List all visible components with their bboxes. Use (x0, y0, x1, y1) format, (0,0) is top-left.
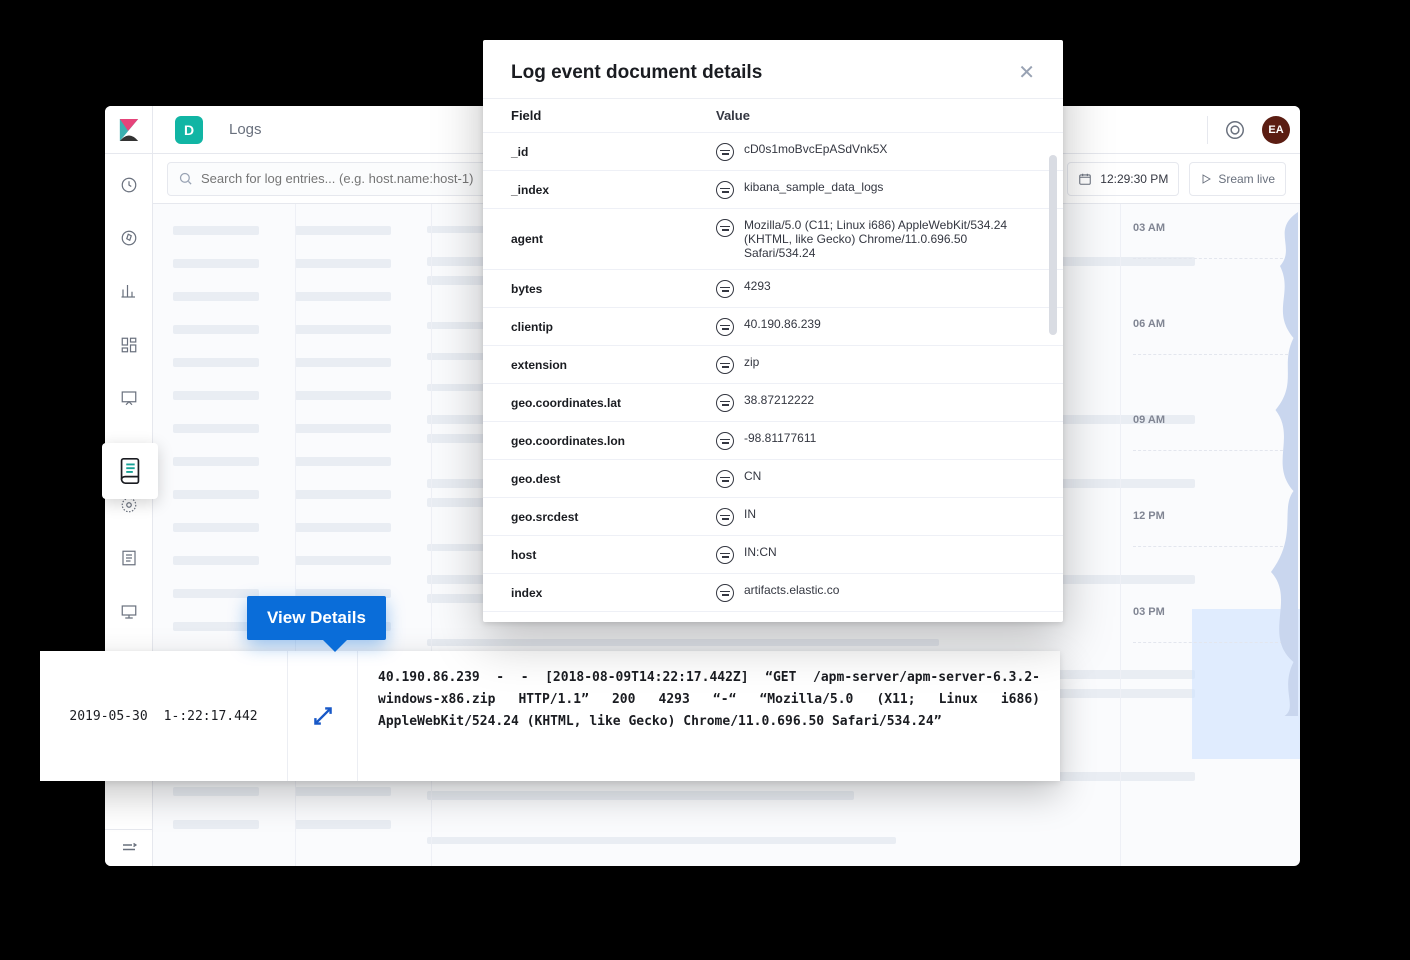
flyout-field-name: _index (511, 183, 716, 197)
flyout-row[interactable]: _id cD0s1moBvcEpASdVnk5X (483, 133, 1063, 171)
flyout-field-value: -98.81177611 (744, 431, 1035, 445)
close-icon[interactable]: ✕ (1018, 63, 1035, 83)
field-type-icon (716, 470, 734, 488)
nav-logs-active[interactable] (102, 443, 158, 499)
expand-button[interactable] (288, 651, 358, 781)
play-icon (1200, 173, 1212, 185)
highlighted-log-row: 2019-05-30 1-:22:17.442 40.190.86.239 - … (40, 651, 1060, 781)
flyout-field-value: 40.190.86.239 (744, 317, 1035, 331)
flyout-field-name: index (511, 586, 716, 600)
flyout-field-value: cD0s1moBvcEpASdVnk5X (744, 142, 1035, 156)
flyout-row[interactable]: geo.srcdest IN (483, 498, 1063, 536)
flyout-field-name: bytes (511, 282, 716, 296)
minimap-histogram (1244, 212, 1298, 716)
space-selector[interactable]: D (175, 116, 203, 144)
highlighted-log-timestamp: 2019-05-30 1-:22:17.442 (40, 651, 288, 781)
flyout-title: Log event document details (511, 62, 762, 84)
field-type-icon (716, 280, 734, 298)
nav-infrastructure[interactable] (105, 595, 153, 628)
flyout-field-value: kibana_sample_data_logs (744, 180, 1035, 194)
field-type-icon (716, 356, 734, 374)
flyout-row[interactable]: geo.dest CN (483, 460, 1063, 498)
flyout-row[interactable]: bytes 4293 (483, 270, 1063, 308)
flyout-field-value: 4293 (744, 279, 1035, 293)
flyout-row[interactable]: extension zip (483, 346, 1063, 384)
flyout-field-name: host (511, 548, 716, 562)
stream-live-button[interactable]: Sream live (1189, 162, 1286, 196)
nav-collapse[interactable] (105, 829, 152, 866)
flyout-field-name: geo.srcdest (511, 510, 716, 524)
flyout-field-name: geo.coordinates.lon (511, 434, 716, 448)
nav-logs[interactable] (105, 542, 153, 575)
field-type-icon (716, 143, 734, 161)
col-field-header: Field (511, 108, 716, 123)
nav-visualize[interactable] (105, 275, 153, 308)
help-icon[interactable] (1224, 119, 1246, 141)
flyout-scrollbar[interactable] (1049, 155, 1057, 602)
nav-dashboard[interactable] (105, 328, 153, 361)
search-icon (178, 171, 193, 186)
avatar[interactable]: EA (1262, 116, 1290, 144)
minimap-gutter[interactable]: 03 AM06 AM09 AM12 PM03 PM (1120, 204, 1300, 866)
flyout-field-value: CN (744, 469, 1035, 483)
field-type-icon (716, 546, 734, 564)
flyout-row[interactable]: clientip 40.190.86.239 (483, 308, 1063, 346)
nav-discover[interactable] (105, 221, 153, 254)
flyout-row[interactable]: agent Mozilla/5.0 (C11; Linux i686) Apple… (483, 209, 1063, 270)
flyout-row[interactable]: host IN:CN (483, 536, 1063, 574)
flyout-field-value: IN (744, 507, 1035, 521)
nav-recently-viewed[interactable] (105, 168, 153, 201)
log-details-flyout: Log event document details ✕ Field Value… (483, 40, 1063, 622)
flyout-field-value: Mozilla/5.0 (C11; Linux i686) AppleWebKi… (744, 218, 1035, 260)
kibana-logo[interactable] (105, 106, 153, 154)
flyout-field-name: _id (511, 145, 716, 159)
flyout-field-name: agent (511, 232, 716, 246)
flyout-field-name: extension (511, 358, 716, 372)
flyout-field-name: geo.dest (511, 472, 716, 486)
flyout-table: Field Value _id cD0s1moBvcEpASdVnk5X _inde… (483, 99, 1063, 612)
flyout-row[interactable]: index artifacts.elastic.co (483, 574, 1063, 612)
nav-canvas[interactable] (105, 382, 153, 415)
time-picker[interactable]: 12:29:30 PM (1067, 162, 1179, 196)
flyout-row[interactable]: geo.coordinates.lat 38.87212222 (483, 384, 1063, 422)
field-type-icon (716, 432, 734, 450)
flyout-field-name: geo.coordinates.lat (511, 396, 716, 410)
flyout-row[interactable]: geo.coordinates.lon -98.81177611 (483, 422, 1063, 460)
field-type-icon (716, 318, 734, 336)
flyout-field-value: IN:CN (744, 545, 1035, 559)
field-type-icon (716, 394, 734, 412)
calendar-icon (1078, 172, 1092, 186)
col-value-header: Value (716, 108, 750, 123)
field-type-icon (716, 584, 734, 602)
view-details-tooltip: View Details (247, 596, 386, 640)
field-type-icon (716, 219, 734, 237)
flyout-field-value: artifacts.elastic.co (744, 583, 1035, 597)
flyout-row[interactable]: _index kibana_sample_data_logs (483, 171, 1063, 209)
flyout-field-value: 38.87212222 (744, 393, 1035, 407)
highlighted-log-message: 40.190.86.239 - - [2018-08-09T14:22:17.4… (358, 651, 1060, 781)
field-type-icon (716, 181, 734, 199)
field-type-icon (716, 508, 734, 526)
flyout-field-value: zip (744, 355, 1035, 369)
flyout-field-name: clientip (511, 320, 716, 334)
